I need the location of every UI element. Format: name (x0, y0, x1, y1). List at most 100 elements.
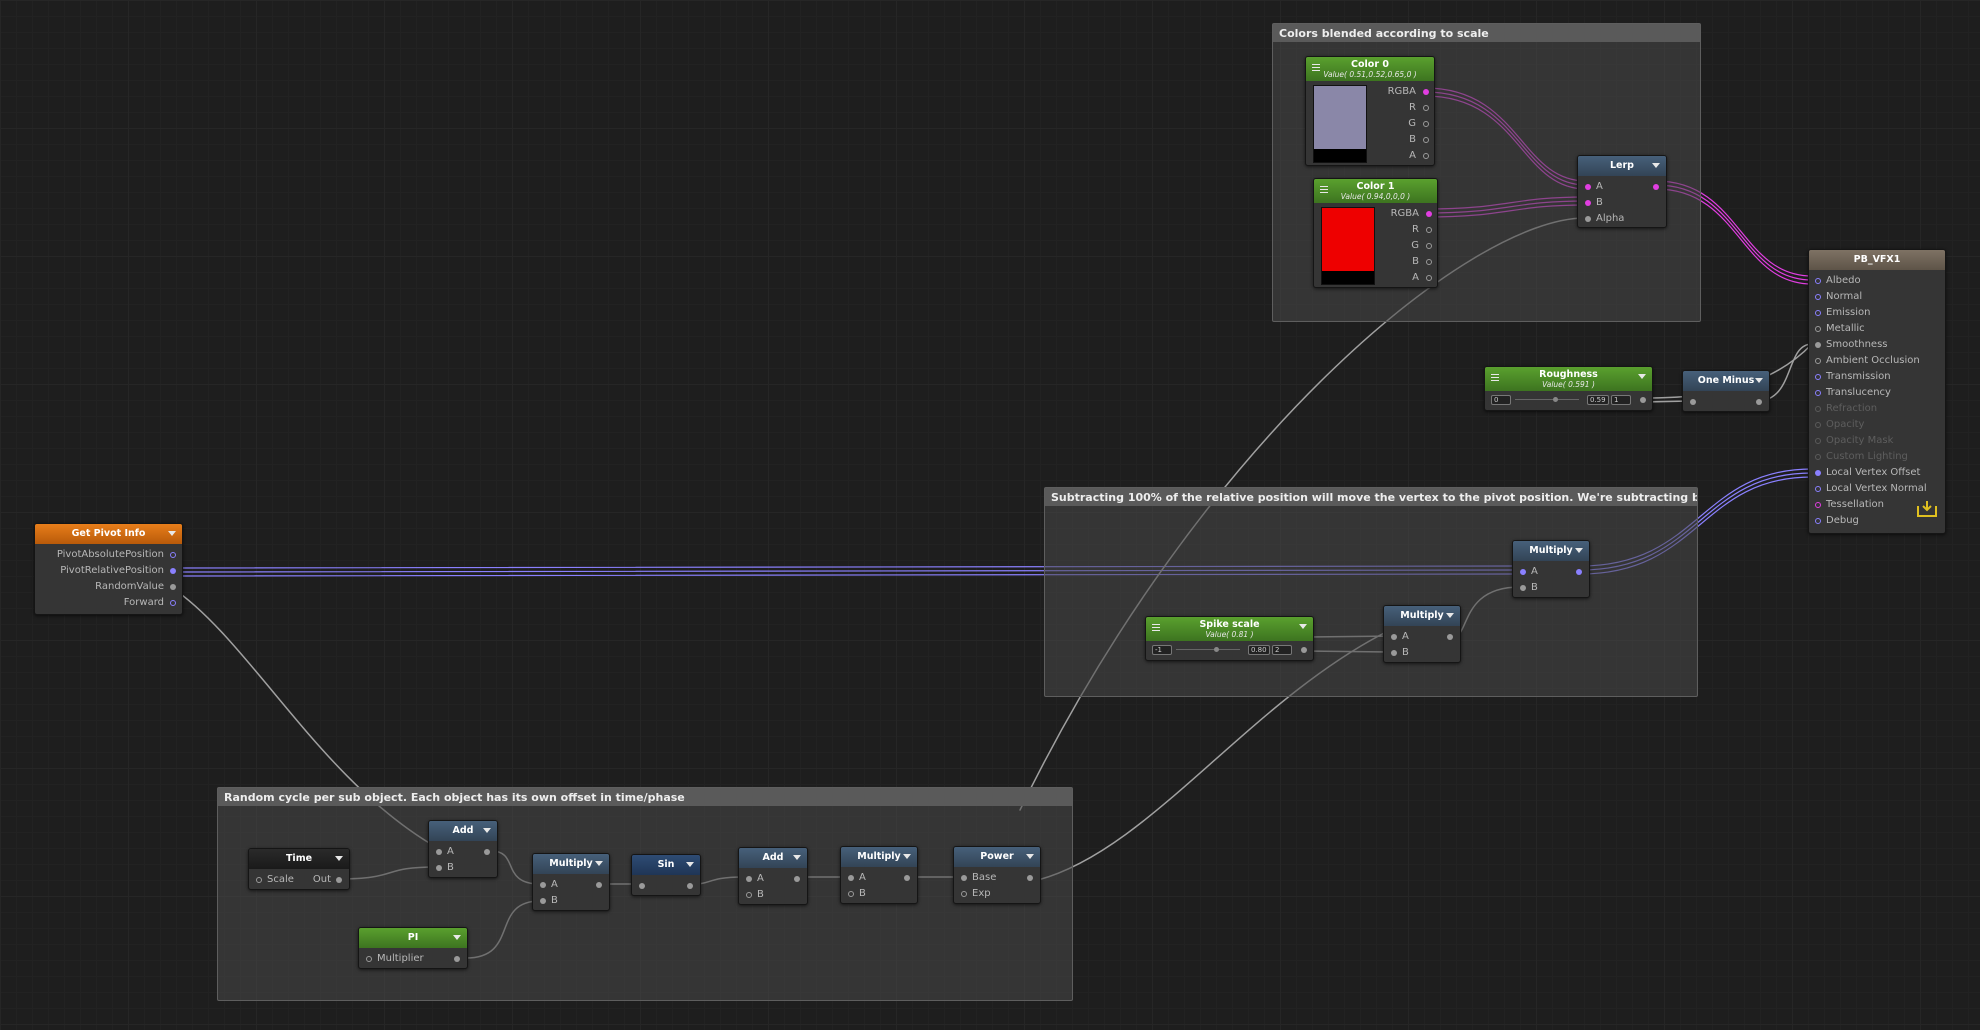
color-swatch[interactable] (1313, 85, 1367, 163)
lerp-node[interactable]: Lerp A B Alpha (1577, 155, 1667, 228)
input-a[interactable] (540, 882, 546, 888)
chevron-down-icon[interactable] (1755, 378, 1763, 383)
multiply1-node[interactable]: Multiply A B (532, 853, 610, 911)
output-spike-scale[interactable] (1301, 647, 1307, 653)
slider-min-field[interactable]: 0 (1491, 395, 1511, 405)
input-b[interactable] (746, 892, 752, 898)
slider-min-field[interactable]: -1 (1152, 645, 1172, 655)
input-metallic[interactable] (1815, 326, 1821, 332)
multiply-mid-node[interactable]: Multiply A B (1383, 605, 1461, 663)
pi-node[interactable]: PI Multiplier (358, 927, 468, 969)
slider-max-field[interactable]: 2 (1272, 645, 1292, 655)
input-smoothness[interactable] (1815, 342, 1821, 348)
input-normal[interactable] (1815, 294, 1821, 300)
input-translucency[interactable] (1815, 390, 1821, 396)
node-header[interactable]: Multiply (1513, 541, 1589, 561)
multiply2-node[interactable]: Multiply A B (840, 846, 918, 904)
input-b[interactable] (1391, 650, 1397, 656)
node-header[interactable]: Sin (632, 855, 700, 875)
output-multiply[interactable] (904, 875, 910, 881)
input-albedo[interactable] (1815, 278, 1821, 284)
add2-node[interactable]: Add A B (738, 847, 808, 905)
slider-track[interactable] (1515, 399, 1579, 400)
save-badge-icon[interactable] (1916, 500, 1938, 518)
output-sin[interactable] (687, 883, 693, 889)
node-header[interactable]: Color 1 Value( 0.94,0,0,0 ) (1314, 179, 1437, 203)
chevron-down-icon[interactable] (335, 856, 343, 861)
roughness-node[interactable]: Roughness Value( 0.591 ) 0 0.59 1 (1484, 366, 1653, 411)
node-header[interactable]: PI (359, 928, 467, 948)
input-exp[interactable] (961, 891, 967, 897)
chevron-down-icon[interactable] (1652, 163, 1660, 168)
input-transmission[interactable] (1815, 374, 1821, 380)
input-emission[interactable] (1815, 310, 1821, 316)
output-out[interactable] (336, 877, 342, 883)
hamburger-icon[interactable] (1312, 64, 1320, 71)
chevron-down-icon[interactable] (1638, 374, 1646, 379)
input-b[interactable] (1520, 585, 1526, 591)
node-header[interactable]: One Minus (1683, 371, 1769, 391)
hamburger-icon[interactable] (1152, 624, 1160, 631)
input-a[interactable] (436, 849, 442, 855)
output-r[interactable] (1426, 227, 1432, 233)
input-b[interactable] (848, 891, 854, 897)
chevron-down-icon[interactable] (453, 935, 461, 940)
output-b[interactable] (1426, 259, 1432, 265)
slider-track[interactable] (1176, 649, 1240, 650)
input-custom-lighting[interactable] (1815, 454, 1821, 460)
power-node[interactable]: Power Base Exp (953, 846, 1041, 904)
output-g[interactable] (1423, 121, 1429, 127)
input-a[interactable] (848, 875, 854, 881)
hamburger-icon[interactable] (1320, 186, 1328, 193)
node-header[interactable]: PB_VFX1 (1809, 250, 1945, 270)
output-add[interactable] (484, 849, 490, 855)
output-g[interactable] (1426, 243, 1432, 249)
roughness-slider[interactable]: 0 0.59 1 (1491, 395, 1637, 405)
input-b[interactable] (1585, 200, 1591, 206)
chevron-down-icon[interactable] (1446, 613, 1454, 618)
slider-max-field[interactable]: 1 (1611, 395, 1631, 405)
input-ambient-occlusion[interactable] (1815, 358, 1821, 364)
output-multiply[interactable] (1447, 634, 1453, 640)
node-header[interactable]: Lerp (1578, 156, 1666, 176)
multiply-top-node[interactable]: Multiply A B (1512, 540, 1590, 598)
spike-scale-node[interactable]: Spike scale Value( 0.81 ) -1 0.80 2 (1145, 616, 1314, 661)
output-forward[interactable] (170, 600, 176, 606)
output-pivot-relative-position[interactable] (170, 568, 176, 574)
group-subtracting[interactable]: Subtracting 100% of the relative positio… (1044, 487, 1698, 697)
node-header[interactable]: Color 0 Value( 0.51,0.52,0.65,0 ) (1306, 57, 1434, 81)
input-tessellation[interactable] (1815, 502, 1821, 508)
input-local-vertex-normal[interactable] (1815, 486, 1821, 492)
output-add[interactable] (794, 876, 800, 882)
input-a[interactable] (1391, 634, 1397, 640)
color-swatch[interactable] (1321, 207, 1375, 285)
input-alpha[interactable] (1585, 216, 1591, 222)
output-one-minus[interactable] (1756, 399, 1762, 405)
time-node[interactable]: Time Scale Out (248, 848, 350, 890)
node-header[interactable]: Multiply (1384, 606, 1460, 626)
slider-knob[interactable] (1214, 647, 1219, 652)
add1-node[interactable]: Add A B (428, 820, 498, 878)
output-a[interactable] (1423, 153, 1429, 159)
input-local-vertex-offset[interactable] (1815, 470, 1821, 476)
hamburger-icon[interactable] (1491, 374, 1499, 381)
node-header[interactable]: Multiply (841, 847, 917, 867)
output-pi[interactable] (454, 956, 460, 962)
input-scale[interactable] (256, 877, 262, 883)
input-a[interactable] (746, 876, 752, 882)
input-base[interactable] (961, 875, 967, 881)
output-multiply[interactable] (1576, 569, 1582, 575)
input-b[interactable] (436, 865, 442, 871)
color1-node[interactable]: Color 1 Value( 0.94,0,0,0 ) RGBA R G B A (1313, 178, 1438, 288)
sin-node[interactable]: Sin (631, 854, 701, 896)
output-a[interactable] (1426, 275, 1432, 281)
node-header[interactable]: Spike scale Value( 0.81 ) (1146, 617, 1313, 641)
node-header[interactable]: Add (739, 848, 807, 868)
slider-value-field[interactable]: 0.80 (1248, 645, 1270, 655)
chevron-down-icon[interactable] (168, 531, 176, 536)
output-b[interactable] (1423, 137, 1429, 143)
input-sin[interactable] (639, 883, 645, 889)
chevron-down-icon[interactable] (793, 855, 801, 860)
spike-scale-slider[interactable]: -1 0.80 2 (1152, 645, 1298, 655)
chevron-down-icon[interactable] (686, 862, 694, 867)
